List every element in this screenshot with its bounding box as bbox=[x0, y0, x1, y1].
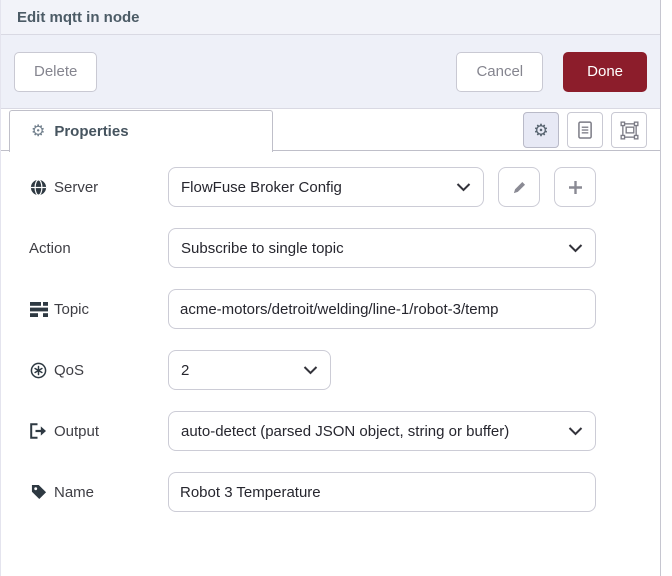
topic-input[interactable] bbox=[168, 289, 596, 329]
output-select-value: auto-detect (parsed JSON object, string … bbox=[181, 422, 510, 440]
output-row: Output auto-detect (parsed JSON object, … bbox=[1, 411, 660, 451]
edit-server-button[interactable] bbox=[498, 167, 540, 207]
qos-row: QoS 2 bbox=[1, 350, 660, 390]
output-select[interactable]: auto-detect (parsed JSON object, string … bbox=[168, 411, 596, 451]
object-group-icon bbox=[619, 120, 639, 140]
cancel-button[interactable]: Cancel bbox=[456, 51, 544, 92]
server-row: Server FlowFuse Broker Config bbox=[1, 167, 660, 207]
name-label-text: Name bbox=[54, 483, 95, 501]
topic-label: Topic bbox=[29, 301, 168, 318]
qos-select-value: 2 bbox=[181, 361, 190, 379]
output-label: Output bbox=[29, 423, 168, 440]
tray-resize-edge[interactable] bbox=[661, 0, 672, 576]
document-icon bbox=[577, 120, 593, 140]
topic-row: Topic bbox=[1, 289, 660, 329]
topic-label-text: Topic bbox=[54, 300, 90, 318]
server-select[interactable]: FlowFuse Broker Config bbox=[168, 167, 484, 207]
add-server-button[interactable] bbox=[554, 167, 596, 207]
properties-tab-button[interactable]: ⚙ bbox=[523, 112, 559, 148]
gear-icon: ⚙ bbox=[31, 122, 46, 140]
circled-asterisk-icon bbox=[29, 362, 48, 379]
name-label: Name bbox=[29, 484, 168, 501]
tab-properties-label: Properties bbox=[54, 123, 129, 140]
action-select[interactable]: Subscribe to single topic bbox=[168, 228, 596, 268]
gear-icon: ⚙ bbox=[533, 120, 549, 140]
node-properties-form: Server FlowFuse Broker Config Action Sub… bbox=[1, 151, 660, 533]
output-label-text: Output bbox=[54, 422, 100, 440]
tray-content: Edit mqtt in node Delete Cancel Done ⚙ P… bbox=[0, 0, 661, 576]
action-label: Action bbox=[29, 240, 168, 257]
tab-tool-buttons: ⚙ bbox=[523, 112, 647, 148]
chevron-down-icon bbox=[568, 427, 583, 436]
sign-out-icon bbox=[29, 423, 48, 439]
qos-select[interactable]: 2 bbox=[168, 350, 331, 390]
tab-properties[interactable]: ⚙ Properties bbox=[9, 110, 273, 152]
chevron-down-icon bbox=[456, 183, 471, 192]
chevron-down-icon bbox=[568, 244, 583, 253]
editor-tab-bar: ⚙ Properties ⚙ bbox=[1, 109, 660, 152]
server-label-text: Server bbox=[54, 178, 99, 196]
done-button[interactable]: Done bbox=[563, 51, 647, 92]
name-row: Name bbox=[1, 472, 660, 512]
action-row: Action Subscribe to single topic bbox=[1, 228, 660, 268]
chevron-down-icon bbox=[303, 366, 318, 375]
qos-label: QoS bbox=[29, 362, 168, 379]
action-select-value: Subscribe to single topic bbox=[181, 239, 344, 257]
qos-label-text: QoS bbox=[54, 361, 85, 379]
dialog-button-bar: Delete Cancel Done bbox=[1, 35, 660, 109]
pencil-icon bbox=[512, 180, 527, 195]
server-label: Server bbox=[29, 179, 168, 196]
tag-icon bbox=[29, 484, 48, 500]
delete-button[interactable]: Delete bbox=[14, 51, 98, 92]
server-select-value: FlowFuse Broker Config bbox=[181, 178, 342, 196]
action-label-text: Action bbox=[29, 239, 71, 257]
tasks-icon bbox=[29, 301, 48, 317]
plus-icon bbox=[568, 180, 583, 195]
edit-node-tray: Edit mqtt in node Delete Cancel Done ⚙ P… bbox=[0, 0, 672, 576]
name-input[interactable] bbox=[168, 472, 596, 512]
description-tab-button[interactable] bbox=[567, 112, 603, 148]
dialog-title: Edit mqtt in node bbox=[17, 8, 140, 26]
globe-icon bbox=[29, 178, 48, 196]
dialog-header: Edit mqtt in node bbox=[1, 0, 660, 35]
appearance-tab-button[interactable] bbox=[611, 112, 647, 148]
